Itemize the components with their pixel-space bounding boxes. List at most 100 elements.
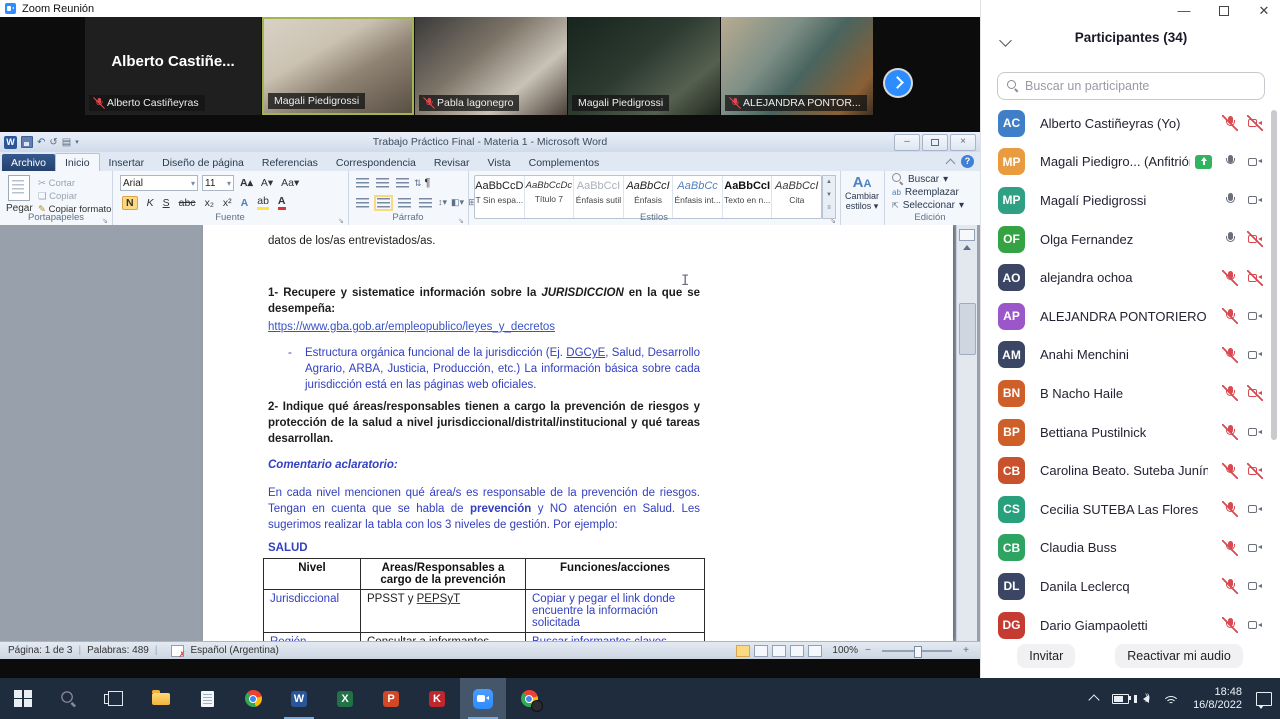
zoom-slider-thumb[interactable] xyxy=(914,646,922,658)
participant-search-input[interactable]: Buscar un participante xyxy=(997,72,1265,100)
video-tile-alejandra[interactable]: ALEJANDRA PONTOR... xyxy=(721,17,873,115)
camera-icon[interactable] xyxy=(1247,347,1263,363)
speaker-icon[interactable] xyxy=(1143,695,1149,703)
taskbar-clock[interactable]: 18:48 16/8/2022 xyxy=(1193,686,1242,712)
mic-icon[interactable] xyxy=(1222,385,1238,401)
camera-icon[interactable] xyxy=(1247,231,1263,247)
camera-icon[interactable] xyxy=(1247,617,1263,633)
change-styles-button[interactable]: Cambiar estilos ▾ xyxy=(840,191,884,211)
excel-taskbar-button[interactable]: X xyxy=(322,678,368,719)
camera-icon[interactable] xyxy=(1247,270,1263,286)
dialog-launcher-icon[interactable]: ⇘ xyxy=(458,217,464,225)
participant-row[interactable]: AC Alberto Castiñeyras (Yo) xyxy=(981,104,1273,143)
zoom-taskbar-button[interactable] xyxy=(460,678,506,719)
participant-row[interactable]: MP Magalí Piedigrossi xyxy=(981,181,1273,220)
mic-icon[interactable] xyxy=(1222,270,1238,286)
help-icon[interactable]: ? xyxy=(961,155,974,168)
word-close-button[interactable]: × xyxy=(950,134,976,151)
copy-button[interactable]: ❏ Copiar xyxy=(38,190,111,203)
cut-button[interactable]: ✂ Cortar xyxy=(38,177,111,190)
mic-icon[interactable] xyxy=(1222,231,1238,247)
mic-icon[interactable] xyxy=(1222,154,1238,170)
strikethrough-button[interactable]: abc xyxy=(179,197,196,209)
change-styles-icon[interactable]: AA xyxy=(840,174,884,191)
underline-button[interactable]: S xyxy=(163,197,170,209)
tab-inicio[interactable]: Inicio xyxy=(55,153,100,171)
font-name-combo[interactable]: Arial▾ xyxy=(120,175,198,191)
chrome-profile-button[interactable] xyxy=(506,678,552,719)
select-button[interactable]: ⇱Seleccionar ▾ xyxy=(892,200,976,211)
replace-button[interactable]: abReemplazar xyxy=(892,187,976,198)
print-layout-view-icon[interactable] xyxy=(736,645,750,657)
powerpoint-taskbar-button[interactable]: P xyxy=(368,678,414,719)
subscript-button[interactable]: x₂ xyxy=(205,197,214,209)
superscript-button[interactable]: x² xyxy=(223,197,232,209)
mic-icon[interactable] xyxy=(1222,578,1238,594)
camera-icon[interactable] xyxy=(1247,578,1263,594)
wifi-icon[interactable] xyxy=(1163,693,1179,705)
mic-icon[interactable] xyxy=(1222,308,1238,324)
camera-icon[interactable] xyxy=(1247,540,1263,556)
tab-revisar[interactable]: Revisar xyxy=(425,154,479,171)
tab-diseno[interactable]: Diseño de página xyxy=(153,154,253,171)
document-page[interactable]: datos de los/as entrevistados/as. I 1- R… xyxy=(203,225,953,641)
align-left-icon[interactable] xyxy=(356,198,369,208)
scrollbar-thumb[interactable] xyxy=(959,303,976,355)
mic-icon[interactable] xyxy=(1222,463,1238,479)
fullscreen-view-icon[interactable] xyxy=(754,645,768,657)
shading-icon[interactable]: ◧▾ xyxy=(451,197,464,208)
mic-icon[interactable] xyxy=(1222,424,1238,440)
font-size-combo[interactable]: 11▾ xyxy=(202,175,234,191)
mic-icon[interactable] xyxy=(1222,501,1238,517)
mic-icon[interactable] xyxy=(1222,617,1238,633)
chrome-button[interactable] xyxy=(230,678,276,719)
tab-referencias[interactable]: Referencias xyxy=(253,154,327,171)
task-view-button[interactable] xyxy=(92,678,138,719)
italic-button[interactable]: K xyxy=(147,197,154,209)
pilcrow-icon[interactable]: ¶ xyxy=(425,177,431,189)
multilevel-list-icon[interactable] xyxy=(396,178,409,188)
zoom-out-button[interactable]: − xyxy=(862,645,874,656)
participant-row[interactable]: BP Bettiana Pustilnick xyxy=(981,413,1273,452)
invite-button[interactable]: Invitar xyxy=(1017,644,1075,668)
doc-hyperlink[interactable]: https://www.gba.gob.ar/empleopublico/ley… xyxy=(268,319,555,335)
file-explorer-button[interactable] xyxy=(138,678,184,719)
mic-icon[interactable] xyxy=(1222,347,1238,363)
tray-expand-icon[interactable] xyxy=(1088,694,1099,705)
find-button[interactable]: Buscar ▾ xyxy=(892,173,976,185)
panel-restore-button[interactable] xyxy=(1217,3,1231,19)
video-tile-pabla[interactable]: Pabla lagonegro xyxy=(415,17,567,115)
word-taskbar-button[interactable]: W xyxy=(276,678,322,719)
bullets-icon[interactable] xyxy=(356,178,369,188)
zoom-in-button[interactable]: + xyxy=(960,645,972,656)
participant-row[interactable]: AO alejandra ochoa xyxy=(981,258,1273,297)
dialog-launcher-icon[interactable]: ⇘ xyxy=(338,217,344,225)
mic-icon[interactable] xyxy=(1222,540,1238,556)
numbering-icon[interactable] xyxy=(376,178,389,188)
next-videos-button[interactable] xyxy=(885,70,911,96)
participant-row[interactable]: DL Danila Leclercq xyxy=(981,567,1273,606)
mic-icon[interactable] xyxy=(1222,192,1238,208)
participant-row[interactable]: AM Anahi Menchini xyxy=(981,336,1273,375)
camera-icon[interactable] xyxy=(1247,115,1263,131)
document-area[interactable]: datos de los/as entrevistados/as. I 1- R… xyxy=(0,225,980,641)
unmute-audio-button[interactable]: Reactivar mi audio xyxy=(1115,644,1243,668)
grow-font-icon[interactable]: A▴ xyxy=(240,177,253,189)
camera-icon[interactable] xyxy=(1247,463,1263,479)
participant-row[interactable]: BN B Nacho Haile xyxy=(981,374,1273,413)
camera-icon[interactable] xyxy=(1247,501,1263,517)
video-tile-magali-2[interactable]: Magali Piedigrossi xyxy=(568,17,720,115)
text-effects-icon[interactable]: A xyxy=(241,197,249,209)
justify-icon[interactable] xyxy=(419,198,432,208)
outline-view-icon[interactable] xyxy=(790,645,804,657)
camera-icon[interactable] xyxy=(1247,192,1263,208)
participant-row[interactable]: AP ALEJANDRA PONTORIERO xyxy=(981,297,1273,336)
tab-correspondencia[interactable]: Correspondencia xyxy=(327,154,425,171)
participant-row[interactable]: CB Claudia Buss xyxy=(981,529,1273,568)
taskbar-search-button[interactable] xyxy=(46,678,92,719)
participant-row[interactable]: DG Dario Giampaoletti xyxy=(981,606,1273,645)
align-right-icon[interactable] xyxy=(398,198,411,208)
highlight-color-button[interactable]: ab xyxy=(257,195,269,210)
line-spacing-icon[interactable]: ↕▾ xyxy=(438,197,447,208)
camera-icon[interactable] xyxy=(1247,308,1263,324)
